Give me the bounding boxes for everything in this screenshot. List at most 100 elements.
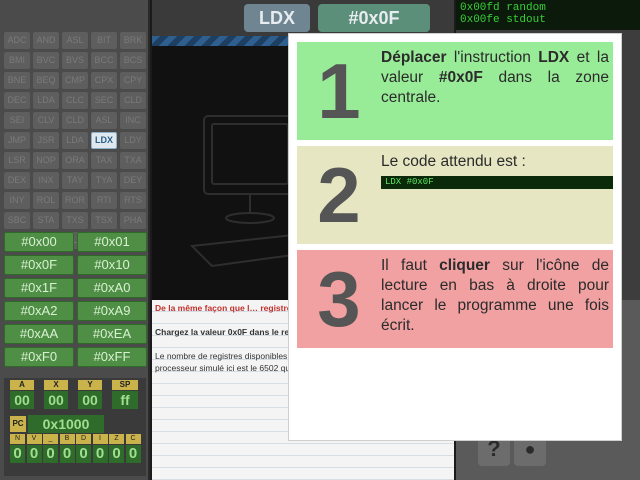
flag-label: V	[26, 434, 42, 444]
opcode-bcc[interactable]: BCC	[91, 52, 117, 69]
opcode-jmp[interactable]: JMP	[4, 132, 30, 149]
opcode-pha[interactable]: PHA	[120, 212, 146, 229]
opcode-inc[interactable]: INC	[120, 112, 146, 129]
opcode-rti[interactable]: RTI	[91, 192, 117, 209]
value-0x01[interactable]: #0x01	[77, 232, 147, 252]
opcode-tax[interactable]: TAX	[91, 152, 117, 169]
opcode-bvs[interactable]: BVS	[62, 52, 88, 69]
value-0xf0[interactable]: #0xF0	[4, 347, 74, 367]
flag-label: N	[10, 434, 25, 444]
step-1-text-a: l'instruction	[446, 49, 539, 66]
opcode-rts[interactable]: RTS	[120, 192, 146, 209]
step-2-label: Le code attendu est :	[381, 153, 526, 170]
opcode-dec[interactable]: DEC	[4, 92, 30, 109]
opcode-clc[interactable]: CLC	[62, 92, 88, 109]
opcode-rol[interactable]: ROL	[33, 192, 59, 209]
opcode-bit[interactable]: BIT	[91, 32, 117, 49]
opcode-asl[interactable]: ASL	[62, 32, 88, 49]
opcode-sta[interactable]: STA	[33, 212, 59, 229]
opcode-nop[interactable]: NOP	[33, 152, 59, 169]
opcode-inx[interactable]: INX	[33, 172, 59, 189]
register-y-label: Y	[78, 380, 102, 390]
opcode-lda[interactable]: LDA	[33, 92, 59, 109]
pc-value: 0x1000	[28, 415, 104, 433]
register-x-value: 00	[44, 391, 68, 409]
console-line-2: 0x00fe stdout	[460, 14, 546, 26]
opcode-sei[interactable]: SEI	[4, 112, 30, 129]
tutorial-dialog[interactable]: 1 Déplacer l'instruction LDX et la valeu…	[288, 33, 622, 441]
tutorial-step-2: 2 Le code attendu est : LDX #0x0F	[297, 146, 613, 244]
opcode-txs[interactable]: TXS	[62, 212, 88, 229]
flag-label: B	[59, 434, 75, 444]
opcode-txa[interactable]: TXA	[120, 152, 146, 169]
step-1-number: 1	[317, 47, 361, 135]
flag-value: 0	[92, 445, 108, 463]
value-0x10[interactable]: #0x10	[77, 255, 147, 275]
app-root: ADC AND ASL BIT BRK BMI BVC BVS BCC BCS BNE BEQ CMP C…	[0, 0, 640, 480]
tutorial-step-1: 1 Déplacer l'instruction LDX et la valeu…	[297, 42, 613, 140]
value-0x0f[interactable]: #0x0F	[4, 255, 74, 275]
value-0xa0[interactable]: #0xA0	[77, 278, 147, 298]
opcode-ora[interactable]: ORA	[62, 152, 88, 169]
code-instruction-chip[interactable]: LDX	[244, 4, 310, 32]
opcode-dex[interactable]: DEX	[4, 172, 30, 189]
flag-value: 0	[76, 445, 91, 463]
value-0xaa[interactable]: #0xAA	[4, 324, 74, 344]
flag-label: I	[92, 434, 108, 444]
register-x-label: X	[44, 380, 68, 390]
flag-value: 0	[59, 445, 75, 463]
opcode-dey[interactable]: DEY	[120, 172, 146, 189]
opcode-cpy[interactable]: CPY	[120, 72, 146, 89]
opcode-iny[interactable]: INY	[4, 192, 30, 209]
opcode-cld[interactable]: CLD	[62, 112, 88, 129]
opcode-ldy[interactable]: LDY	[120, 132, 146, 149]
step-3-number: 3	[317, 255, 361, 343]
tutorial-step-3: 3 Il faut cliquer sur l'icône de lecture…	[297, 250, 613, 348]
pc-label: PC	[10, 416, 26, 432]
step-1-instruction: LDX	[538, 49, 570, 66]
value-0xa2[interactable]: #0xA2	[4, 301, 74, 321]
value-0xea[interactable]: #0xEA	[77, 324, 147, 344]
opcode-adc[interactable]: ADC	[4, 32, 30, 49]
opcode-tya[interactable]: TYA	[91, 172, 117, 189]
register-sp-label: SP	[112, 380, 138, 390]
opcode-beq[interactable]: BEQ	[33, 72, 59, 89]
opcode-bne[interactable]: BNE	[4, 72, 30, 89]
opcode-jsr[interactable]: JSR	[33, 132, 59, 149]
opcode-asl[interactable]: ASL	[91, 112, 117, 129]
flag-label: C	[125, 434, 141, 444]
flag-value: 0	[109, 445, 124, 463]
opcode-and[interactable]: AND	[33, 32, 59, 49]
step-3-text: Il faut cliquer sur l'icône de lecture e…	[381, 256, 609, 336]
opcode-sec[interactable]: SEC	[91, 92, 117, 109]
value-0xa9[interactable]: #0xA9	[77, 301, 147, 321]
opcode-bcs[interactable]: BCS	[120, 52, 146, 69]
value-0x1f[interactable]: #0x1F	[4, 278, 74, 298]
opcode-sbc[interactable]: SBC	[4, 212, 30, 229]
step-2-number: 2	[317, 151, 361, 239]
opcode-cpx[interactable]: CPX	[91, 72, 117, 89]
value-0x00[interactable]: #0x00	[4, 232, 74, 252]
opcode-bmi[interactable]: BMI	[4, 52, 30, 69]
opcode-brk[interactable]: BRK	[120, 32, 146, 49]
opcode-tsx[interactable]: TSX	[91, 212, 117, 229]
opcode-tay[interactable]: TAY	[62, 172, 88, 189]
flag-label: D	[76, 434, 91, 444]
opcode-lda[interactable]: LDA	[62, 132, 88, 149]
opcode-lsr[interactable]: LSR	[4, 152, 30, 169]
flag-value: 0	[125, 445, 141, 463]
opcode-bvc[interactable]: BVC	[33, 52, 59, 69]
flag-value: 0	[26, 445, 42, 463]
instruction-panel: ADC AND ASL BIT BRK BMI BVC BVS BCC BCS BNE BEQ CMP C…	[0, 0, 150, 480]
opcode-ror[interactable]: ROR	[62, 192, 88, 209]
value-0xff[interactable]: #0xFF	[77, 347, 147, 367]
opcode-clv[interactable]: CLV	[33, 112, 59, 129]
opcode-grid: ADC AND ASL BIT BRK BMI BVC BVS BCC BCS BNE BEQ CMP C…	[4, 32, 146, 249]
opcode-cld[interactable]: CLD	[120, 92, 146, 109]
opcode-cmp[interactable]: CMP	[62, 72, 88, 89]
register-a-value: 00	[10, 391, 34, 409]
opcode-ldx[interactable]: LDX	[91, 132, 117, 149]
code-operand-chip[interactable]: #0x0F	[318, 4, 430, 32]
flag-value: 0	[10, 445, 25, 463]
code-drop-zone[interactable]: LDX #0x0F	[152, 0, 454, 36]
